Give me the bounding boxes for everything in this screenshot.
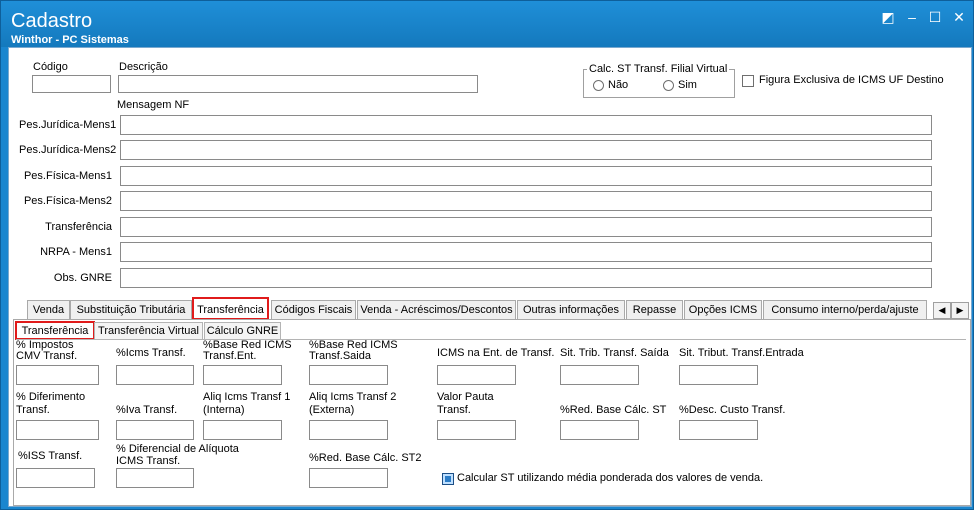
msg-label-pf1: Pes.Física-Mens1 [23, 170, 112, 182]
transferencia-panel: Transferência Transferência Virtual Cálc… [13, 319, 971, 506]
impostos-cmv-label: % Impostos CMV Transf. [16, 339, 78, 362]
window-subtitle: Winthor - PC Sistemas [11, 34, 129, 46]
sit-trib-entrada-input[interactable] [679, 365, 758, 385]
msg-label-pj1: Pes.Jurídica-Mens1 [19, 119, 117, 131]
tab-venda-acrescimos[interactable]: Venda - Acréscimos/Descontos [357, 300, 516, 319]
msg-label-transf: Transferência [45, 221, 112, 233]
restore-icon[interactable]: ◩ [879, 9, 897, 25]
codigo-label: Código [33, 61, 68, 73]
aliq-1-label: Aliq Icms Transf 1 (Interna) [203, 391, 291, 416]
radio-nao-label: Não [608, 79, 629, 91]
msg-input-pj2[interactable] [120, 140, 932, 160]
valor-pauta-label: Valor Pauta Transf. [437, 391, 494, 416]
msg-input-transf[interactable] [120, 217, 932, 237]
figura-checkbox[interactable] [742, 75, 754, 87]
red-base-st-input[interactable] [560, 420, 639, 440]
msg-input-pf1[interactable] [120, 166, 932, 186]
dif-aliquota-label: % Diferencial de Alíquota ICMS Transf. [116, 443, 239, 467]
dif-aliquota-input[interactable] [116, 468, 194, 488]
calc-st-media-checkbox[interactable] [442, 473, 454, 485]
aliq-1-input[interactable] [203, 420, 282, 440]
iss-transf-label: %ISS Transf. [18, 450, 83, 462]
tab-scroll-left-icon[interactable]: ◀ [933, 302, 951, 319]
impostos-cmv-input[interactable] [16, 365, 99, 385]
radio-nao[interactable] [593, 80, 604, 91]
red-base-st2-input[interactable] [309, 468, 388, 488]
subtab-calculo-gnre[interactable]: Cálculo GNRE [204, 322, 281, 339]
main-tabstrip: Venda Substituição Tributária Transferên… [13, 297, 969, 320]
icms-transf-label: %Icms Transf. [116, 347, 186, 359]
base-red-saida-input[interactable] [309, 365, 388, 385]
iva-transf-input[interactable] [116, 420, 194, 440]
msg-input-pf2[interactable] [120, 191, 932, 211]
calc-st-media-label: Calcular ST utilizando média ponderada d… [457, 472, 764, 484]
diferimento-label: % Diferimento Transf. [16, 391, 86, 416]
diferimento-input[interactable] [16, 420, 99, 440]
sit-trib-saida-label: Sit. Trib. Transf. Saída [560, 347, 669, 359]
calc-st-title: Calc. ST Transf. Filial Virtual [587, 63, 730, 75]
tab-substituicao-tributaria[interactable]: Substituição Tributária [70, 300, 192, 319]
desc-custo-input[interactable] [679, 420, 758, 440]
icms-ent-label: ICMS na Ent. de Transf. [437, 347, 555, 359]
aliq-2-label: Aliq Icms Transf 2 (Externa) [309, 391, 397, 416]
minimize-button[interactable]: – [903, 9, 921, 25]
tab-scroll-right-icon[interactable]: ▶ [951, 302, 969, 319]
msg-label-pj2: Pes.Jurídica-Mens2 [19, 144, 117, 156]
descricao-input[interactable] [118, 75, 478, 93]
base-red-saida-label: %Base Red ICMS Transf.Saida [309, 339, 398, 362]
subtab-transferencia-virtual[interactable]: Transferência Virtual [94, 322, 203, 339]
transferencia-subpanel: % Impostos CMV Transf. %Icms Transf. %Ba… [16, 339, 966, 502]
tab-venda[interactable]: Venda [27, 300, 70, 319]
valor-pauta-input[interactable] [437, 420, 516, 440]
iva-transf-label: %Iva Transf. [116, 404, 178, 416]
icms-ent-input[interactable] [437, 365, 516, 385]
maximize-button[interactable]: ☐ [926, 9, 944, 25]
msg-input-nrpa[interactable] [120, 242, 932, 262]
red-base-st-label: %Red. Base Cálc. ST [560, 404, 667, 416]
tab-transferencia[interactable]: Transferência [192, 297, 269, 320]
mensagem-label: Mensagem NF [117, 99, 190, 111]
main-window: Cadastro Winthor - PC Sistemas ◩ – ☐ ✕ C… [0, 0, 974, 510]
tab-outras-informacoes[interactable]: Outras informações [517, 300, 625, 319]
descricao-label: Descrição [119, 61, 168, 73]
base-red-ent-input[interactable] [203, 365, 282, 385]
codigo-input[interactable] [32, 75, 111, 93]
icms-transf-input[interactable] [116, 365, 194, 385]
tab-consumo-interno[interactable]: Consumo interno/perda/ajuste [763, 300, 927, 319]
subtab-transferencia[interactable]: Transferência [15, 321, 95, 340]
aliq-2-input[interactable] [309, 420, 388, 440]
msg-input-pj1[interactable] [120, 115, 932, 135]
window-title: Cadastro [11, 10, 93, 32]
base-red-ent-label: %Base Red ICMS Transf.Ent. [203, 339, 292, 362]
msg-input-gnre[interactable] [120, 268, 932, 288]
radio-sim[interactable] [663, 80, 674, 91]
msg-label-gnre: Obs. GNRE [53, 272, 112, 284]
sit-trib-saida-input[interactable] [560, 365, 639, 385]
iss-transf-input[interactable] [16, 468, 95, 488]
tab-repasse[interactable]: Repasse [626, 300, 683, 319]
close-button[interactable]: ✕ [950, 9, 968, 25]
title-bar: Cadastro Winthor - PC Sistemas ◩ – ☐ ✕ [1, 1, 973, 47]
radio-sim-label: Sim [678, 79, 697, 91]
tab-codigos-fiscais[interactable]: Códigos Fiscais [271, 300, 356, 319]
figura-label: Figura Exclusiva de ICMS UF Destino [759, 74, 944, 86]
msg-label-pf2: Pes.Física-Mens2 [23, 195, 112, 207]
desc-custo-label: %Desc. Custo Transf. [679, 404, 786, 416]
sit-trib-entrada-label: Sit. Tribut. Transf.Entrada [679, 347, 804, 359]
form-area: Código Descrição Calc. ST Transf. Filial… [8, 47, 972, 507]
msg-label-nrpa: NRPA - Mens1 [40, 246, 112, 258]
tab-opcoes-icms[interactable]: Opções ICMS [684, 300, 762, 319]
red-base-st2-label: %Red. Base Cálc. ST2 [309, 452, 422, 464]
